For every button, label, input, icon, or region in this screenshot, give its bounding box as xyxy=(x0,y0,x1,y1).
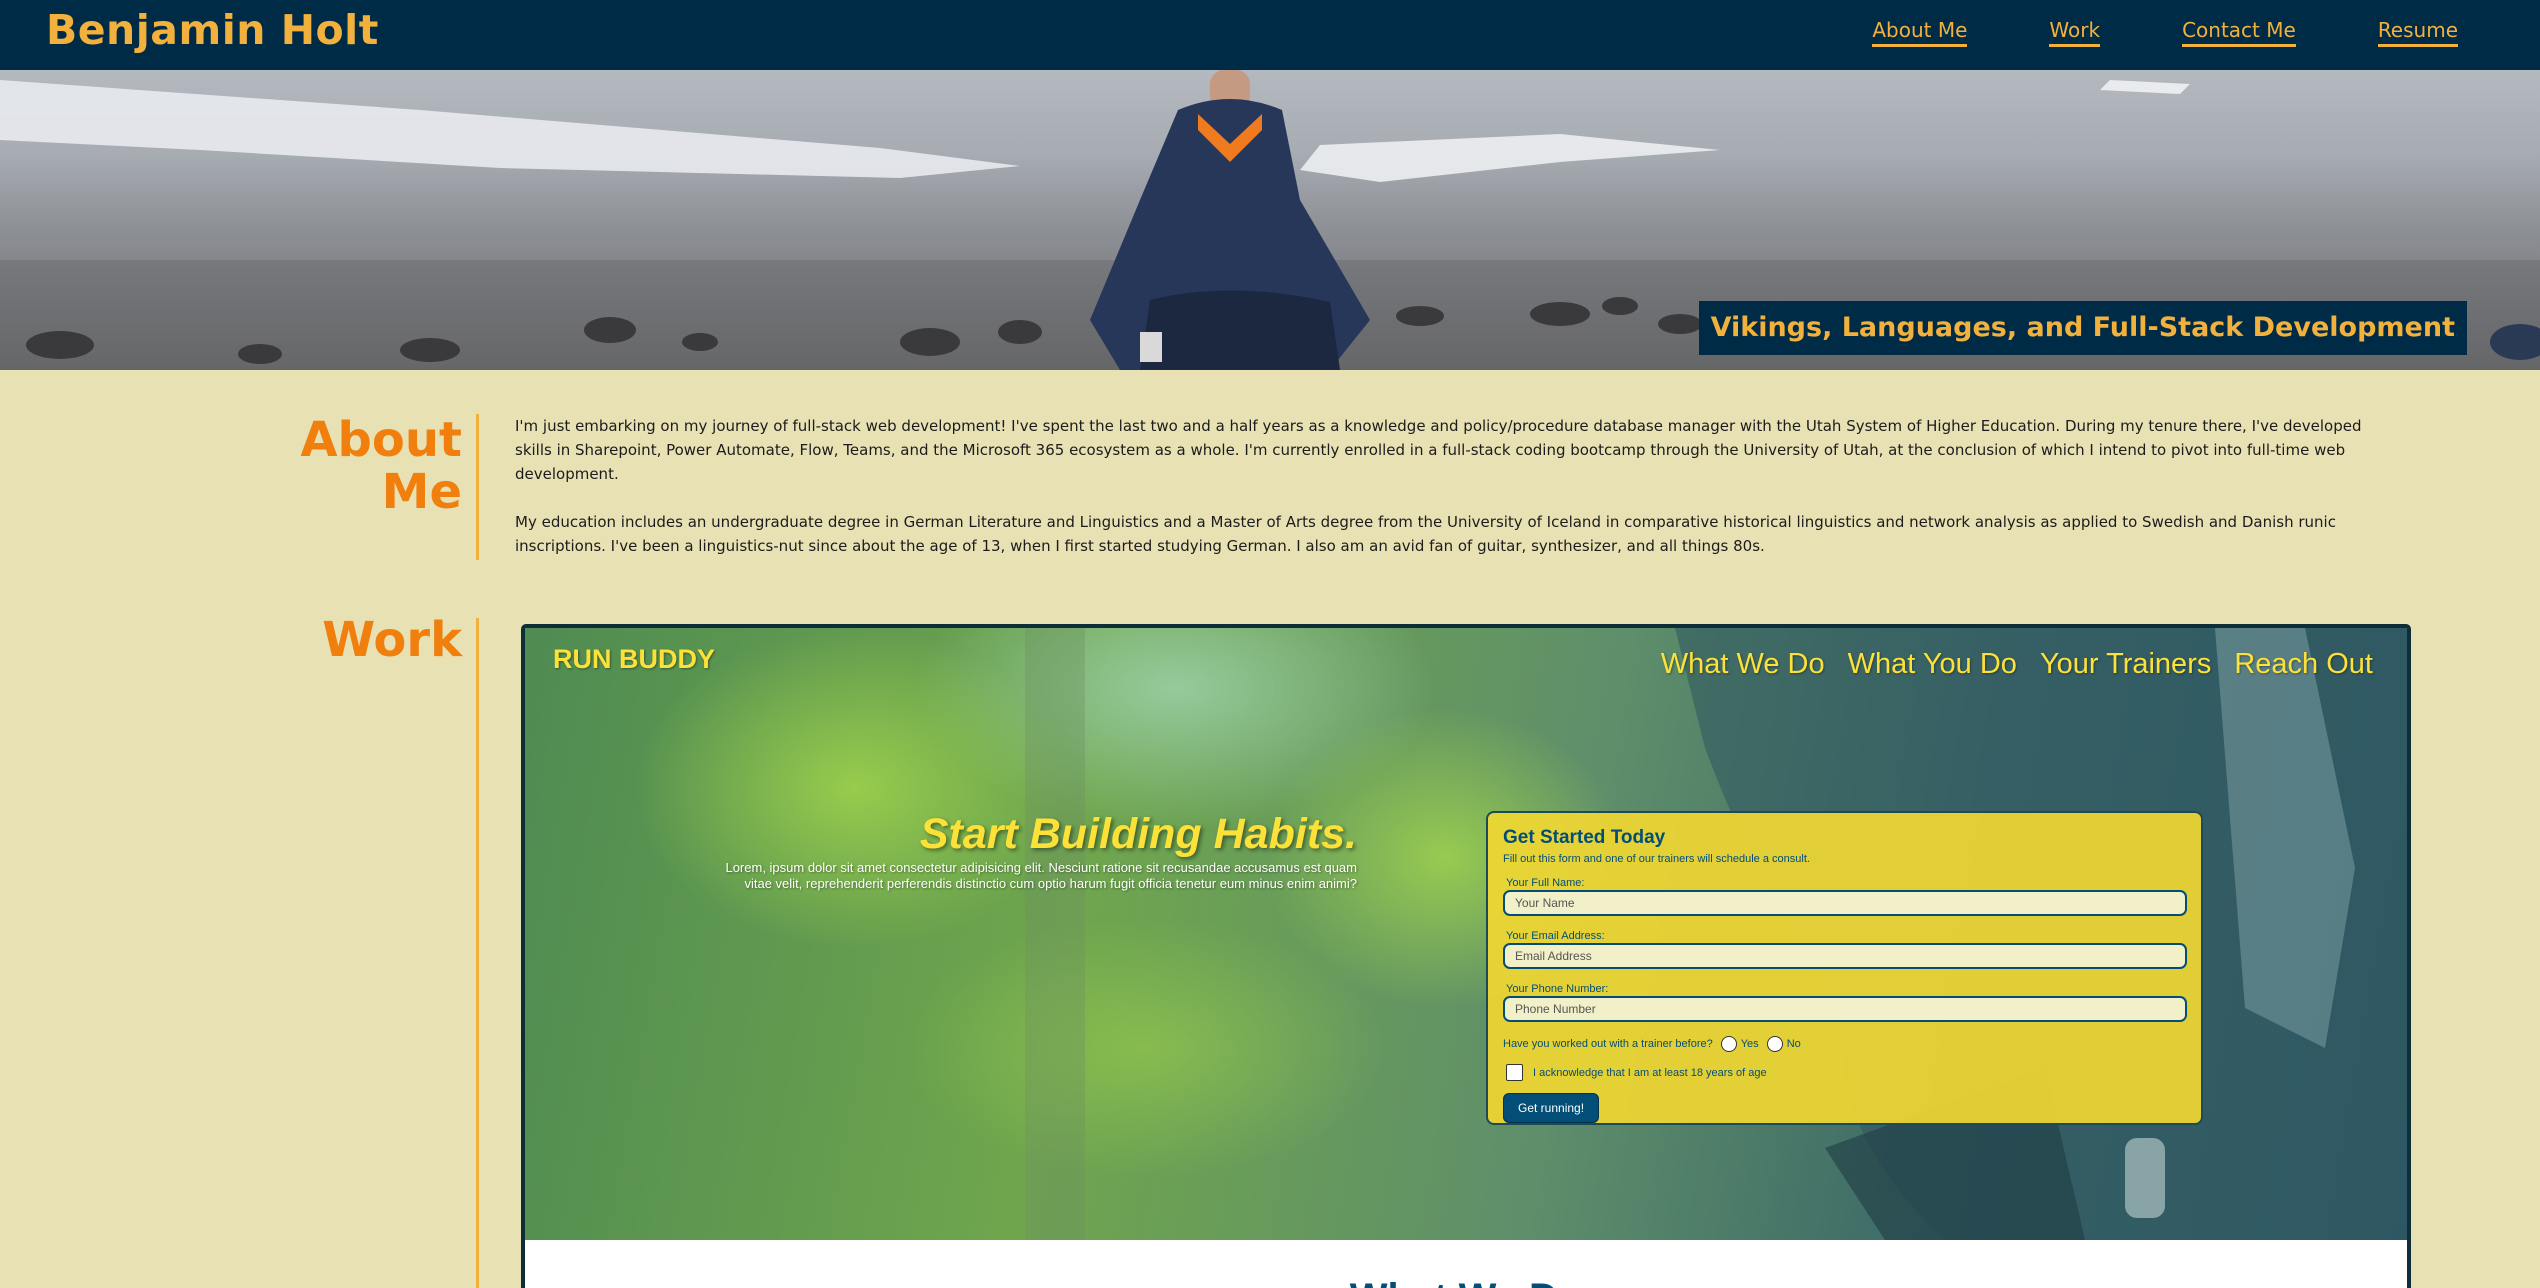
work-project-card-run-buddy[interactable]: RUN BUDDY What We Do What You Do Your Tr… xyxy=(521,624,2411,1288)
project-headline: Start Building Habits. xyxy=(919,810,1357,858)
nav-link-resume[interactable]: Resume xyxy=(2377,18,2458,47)
top-nav-bar: Benjamin Holt About Me Work Contact Me R… xyxy=(0,0,2540,70)
hero-tagline: Vikings, Languages, and Full-Stack Devel… xyxy=(1698,301,2467,355)
get-running-button[interactable]: Get running! xyxy=(1503,1093,1600,1123)
form-title: Get Started Today xyxy=(1503,827,1666,848)
email-input[interactable]: Email Address xyxy=(1503,943,2187,969)
project-nav-what-you-do[interactable]: What You Do xyxy=(1848,648,2017,681)
no-radio-label: No xyxy=(1786,1038,1801,1050)
project-intro-text: Lorem, ipsum dolor sit amet consectetur … xyxy=(725,860,1357,891)
about-divider-line xyxy=(476,414,479,560)
age-ack-label: I acknowledge that I am at least 18 year… xyxy=(1533,1066,1767,1079)
email-label: Your Email Address: xyxy=(1506,930,1605,942)
project-screenshot-hero: RUN BUDDY What We Do What You Do Your Tr… xyxy=(525,628,2407,1240)
phone-label: Your Phone Number: xyxy=(1506,983,1609,995)
age-ack-checkbox[interactable] xyxy=(1506,1064,1523,1081)
work-divider-line xyxy=(476,618,479,1288)
person-silhouette xyxy=(1090,70,1370,370)
age-ack-row: I acknowledge that I am at least 18 year… xyxy=(1503,1064,2186,1081)
yes-radio[interactable] xyxy=(1720,1036,1737,1052)
name-input[interactable]: Your Name xyxy=(1503,890,2187,916)
project-next-section-title: What We Do xyxy=(525,1276,2407,1288)
project-signup-form: Get Started Today Fill out this form and… xyxy=(1486,811,2203,1125)
project-nav-your-trainers[interactable]: Your Trainers xyxy=(2040,648,2211,681)
nav-link-contact-me[interactable]: Contact Me xyxy=(2182,18,2296,47)
name-label: Your Full Name: xyxy=(1506,877,1585,889)
no-radio[interactable] xyxy=(1766,1036,1783,1052)
project-logo[interactable]: RUN BUDDY xyxy=(553,644,715,675)
main-nav: About Me Work Contact Me Resume xyxy=(1790,18,2458,47)
hero-banner: Vikings, Languages, and Full-Stack Devel… xyxy=(0,70,2540,370)
about-paragraph-2: My education includes an undergraduate d… xyxy=(515,513,2336,555)
project-nav-reach-out[interactable]: Reach Out xyxy=(2234,648,2373,681)
about-paragraph-1: I'm just embarking on my journey of full… xyxy=(515,417,2362,483)
about-me-heading: About Me xyxy=(300,414,462,518)
project-nav-what-we-do[interactable]: What We Do xyxy=(1661,648,1825,681)
nav-link-about-me[interactable]: About Me xyxy=(1872,18,1968,47)
site-name[interactable]: Benjamin Holt xyxy=(46,6,379,54)
yes-radio-label: Yes xyxy=(1740,1038,1759,1050)
about-heading-line1: About xyxy=(300,412,462,468)
trainer-question-label: Have you worked out with a trainer befor… xyxy=(1503,1038,1713,1050)
phone-input[interactable]: Phone Number xyxy=(1503,996,2187,1022)
form-subtitle: Fill out this form and one of our traine… xyxy=(1503,853,1810,865)
about-heading-line2: Me xyxy=(381,464,462,520)
about-me-text: I'm just embarking on my journey of full… xyxy=(515,414,2395,558)
project-nav: What We Do What You Do Your Trainers Rea… xyxy=(1638,648,2373,681)
trainer-question-row: Have you worked out with a trainer befor… xyxy=(1503,1036,2186,1052)
nav-link-work[interactable]: Work xyxy=(2049,18,2101,47)
work-heading: Work xyxy=(322,612,462,668)
